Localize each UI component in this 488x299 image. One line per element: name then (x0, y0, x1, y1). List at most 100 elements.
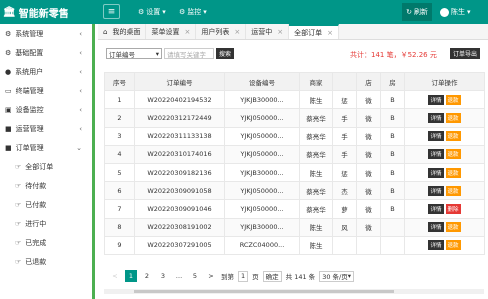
table-cell: 微 (356, 126, 381, 146)
home-icon: ⌂ (103, 27, 108, 36)
briefcase-icon: ■ (5, 143, 12, 152)
detail-button[interactable]: 详情 (428, 149, 444, 160)
detail-button[interactable]: 详情 (428, 131, 444, 142)
sidebar-sub-paid[interactable]: ☞ 已付款 (0, 195, 92, 214)
row-actions: 详情 删除 (404, 199, 485, 219)
table-cell: RCZC04000... (224, 235, 300, 255)
sidebar-item-orders[interactable]: ■ 订单管理 ⌄ (0, 138, 92, 157)
app-logo: 🏛 智能新零售 (3, 7, 69, 20)
table-row[interactable]: 4 W20220310174016 YJKJ050000... 蔡亮华手微 B 详情 退款 (104, 144, 485, 164)
sidebar-sub-all-orders[interactable]: ☞ 全部订单 (0, 157, 92, 176)
sidebar-sub-in-progress[interactable]: ☞ 进行中 (0, 214, 92, 233)
refresh-button[interactable]: ↻ 刷新 (402, 3, 432, 21)
table-row[interactable]: 3 W20220311133138 YJKJ050000... 蔡亮华手微 B 详情 退款 (104, 126, 485, 146)
refund-button[interactable]: 退款 (445, 185, 461, 196)
refund-button[interactable]: 退款 (445, 167, 461, 178)
tab-menu-settings[interactable]: 菜单设置 × (146, 24, 197, 39)
scrollbar-thumb[interactable] (134, 290, 394, 293)
export-button[interactable]: 订单导出 (450, 48, 480, 59)
chevron-left-icon: ‹ (79, 86, 82, 95)
page-1[interactable]: 1 (125, 270, 137, 282)
table-row[interactable]: 2 W20220312172449 YJKJ050000... 蔡亮华手微 B 详情 退款 (104, 108, 485, 128)
sidebar-item-operation[interactable]: ■ 运营管理 ‹ (0, 119, 92, 138)
goto-label: 到第 (221, 273, 234, 281)
table-cell: YJKJ050000... (224, 108, 300, 128)
sidebar-item-system[interactable]: ⚙ 系统管理 ‹ (0, 24, 92, 43)
confirm-button[interactable]: 确定 (262, 270, 282, 282)
detail-button[interactable]: 详情 (428, 240, 444, 251)
close-icon[interactable]: × (277, 28, 283, 36)
table-cell: 风 (332, 217, 357, 237)
refund-button[interactable]: 退款 (445, 222, 461, 233)
table-cell (380, 235, 405, 255)
settings-menu[interactable]: ⚙ 设置 ▾ (138, 7, 166, 17)
delete-button[interactable]: 删除 (445, 203, 461, 214)
chevron-down-icon: ▾ (467, 8, 471, 16)
prev-page-button[interactable]: < (109, 270, 121, 282)
close-icon[interactable]: × (234, 28, 240, 36)
page-ellipsis: … (175, 272, 183, 280)
table-cell (332, 235, 357, 255)
refund-button[interactable]: 退款 (445, 240, 461, 251)
table-cell: W20220311133138 (134, 126, 225, 146)
horizontal-scrollbar[interactable] (104, 289, 484, 294)
detail-button[interactable]: 详情 (428, 112, 444, 123)
sidebar-sub-unpaid[interactable]: ☞ 待付款 (0, 176, 92, 195)
table-row[interactable]: 8 W20220308191002 YJKJB30000... 陈生风微 详情 退款 (104, 217, 485, 237)
table-row[interactable]: 7 W20220309091046 YJKJ050000... 蔡亮华萝微 B 详情 删除 (104, 199, 485, 219)
page-input[interactable]: 1 (238, 270, 249, 282)
detail-button[interactable]: 详情 (428, 185, 444, 196)
chevron-down-icon: ▾ (203, 8, 207, 16)
table-cell: 微 (356, 217, 381, 237)
sidebar-sub-refunded[interactable]: ☞ 已退款 (0, 252, 92, 271)
detail-button[interactable]: 详情 (428, 222, 444, 233)
sidebar-item-users[interactable]: ● 系统用户 ‹ (0, 62, 92, 81)
user-menu[interactable]: 陈生 ▾ (440, 7, 471, 17)
sidebar-sub-completed[interactable]: ☞ 已完成 (0, 233, 92, 252)
page-5[interactable]: 5 (189, 270, 201, 282)
detail-button[interactable]: 详情 (428, 94, 444, 105)
table-cell: B (380, 126, 405, 146)
page-2[interactable]: 2 (141, 270, 153, 282)
close-icon[interactable]: × (184, 28, 190, 36)
refresh-icon: ↻ (406, 8, 412, 16)
row-actions: 详情 退款 (404, 235, 485, 255)
table-cell: 9 (104, 235, 135, 255)
detail-button[interactable]: 详情 (428, 203, 444, 214)
field-select[interactable]: 订单编号 ▾ (106, 48, 162, 59)
menu-toggle-button[interactable]: ≡ (103, 4, 120, 19)
sidebar-item-config[interactable]: ⚙ 基础配置 ‹ (0, 43, 92, 62)
tab-user-list[interactable]: 用户列表 × (196, 24, 247, 39)
table-row[interactable]: 1 W20220402194532 YJKJB30000... 陈生惩微 B 详情 退款 (104, 90, 485, 110)
chevron-left-icon: ‹ (79, 105, 82, 114)
next-page-button[interactable]: > (205, 270, 217, 282)
search-button[interactable]: 搜索 (216, 48, 234, 59)
page-label: 页 (252, 273, 259, 281)
table-row[interactable]: 9 W20220307291005 RCZC04000... 陈生 详情 退款 (104, 235, 485, 255)
refund-button[interactable]: 退款 (445, 94, 461, 105)
search-input[interactable]: 请填写关键字 (164, 48, 214, 59)
refund-button[interactable]: 退款 (445, 112, 461, 123)
page-3[interactable]: 3 (157, 270, 169, 282)
tab-desktop[interactable]: ⌂ 我的桌面 (98, 24, 147, 39)
refund-button[interactable]: 退款 (445, 149, 461, 160)
tab-operating[interactable]: 运营中 × (246, 24, 290, 39)
page-size-select[interactable]: 30 条/页 ▾ (319, 270, 354, 282)
column-header: 房 (380, 71, 405, 92)
table-row[interactable]: 6 W20220309091058 YJKJ050000... 蔡亮华杰微 B 详情 退款 (104, 181, 485, 201)
table-cell: B (380, 181, 405, 201)
sidebar-item-terminal[interactable]: ▭ 终端管理 ‹ (0, 81, 92, 100)
toolbar: 订单编号 ▾ 请填写关键字 搜索 共计：141 笔，￥52.26 元 订单导出 (104, 46, 484, 62)
terminal-icon: ▭ (5, 86, 12, 95)
table-cell: 微 (356, 162, 381, 183)
refund-button[interactable]: 退款 (445, 131, 461, 142)
sidebar-item-monitor[interactable]: ▣ 设备监控 ‹ (0, 100, 92, 119)
monitor-menu[interactable]: ⚙ 监控 ▾ (179, 7, 207, 17)
chevron-left-icon: ‹ (79, 48, 82, 57)
table-row[interactable]: 5 W20220309182136 YJKJB30000... 陈生惩微 B 详情 退款 (104, 162, 485, 183)
tab-all-orders[interactable]: 全部订单 × (289, 24, 339, 39)
table-cell: 1 (104, 90, 135, 110)
detail-button[interactable]: 详情 (428, 167, 444, 178)
header-bar: 🏛 智能新零售 ≡ ⚙ 设置 ▾ ⚙ 监控 ▾ ↻ 刷新 陈生 ▾ (0, 0, 488, 24)
close-icon[interactable]: × (327, 29, 333, 37)
